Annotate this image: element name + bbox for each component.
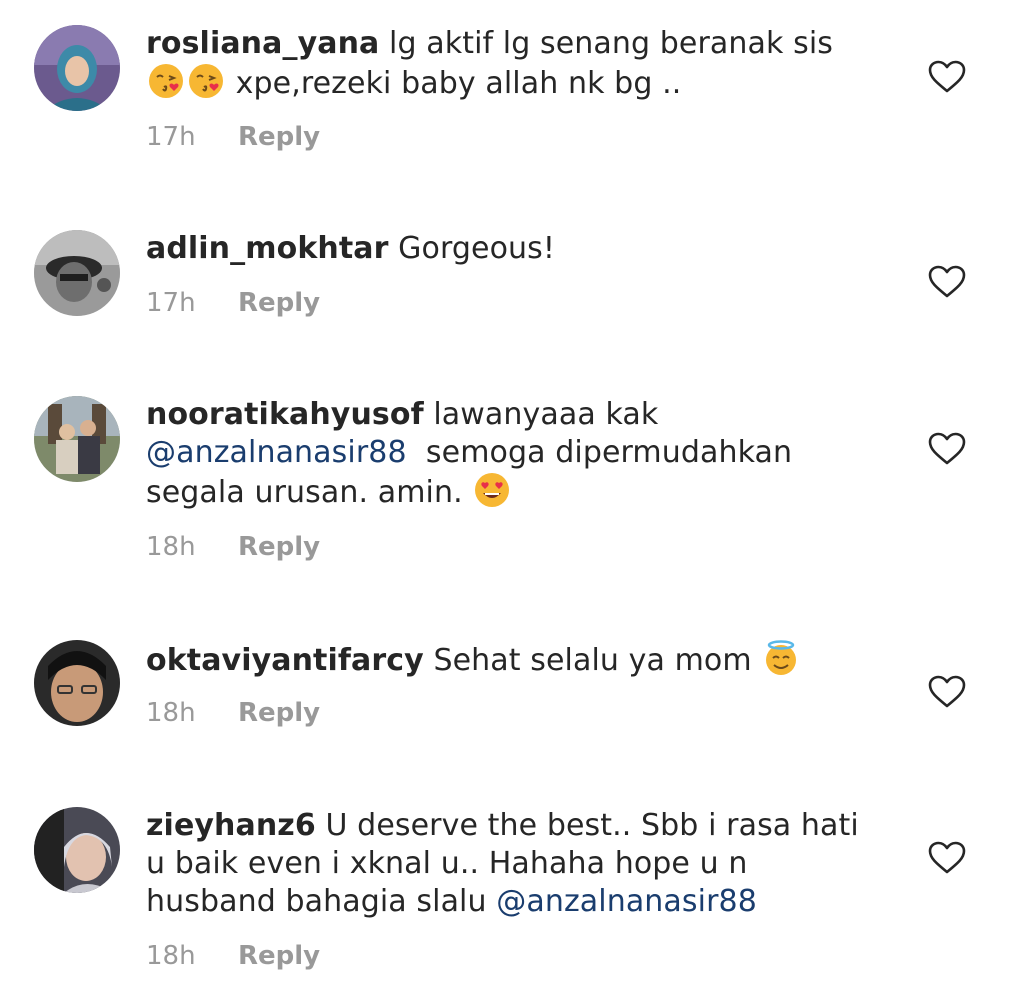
heart-eyes-emoji-icon	[475, 473, 510, 507]
comment-time: 18h	[146, 698, 196, 728]
heart-outline-icon[interactable]	[928, 60, 966, 94]
comment-text: rosliana_yana lg aktif lg senang beranak…	[146, 25, 881, 103]
comment-username[interactable]: adlin_mokhtar	[146, 231, 389, 266]
mention-link[interactable]: @anzalnanasir88	[496, 884, 757, 919]
avatar[interactable]	[34, 807, 120, 893]
reply-button[interactable]: Reply	[238, 122, 320, 152]
comment-text: oktaviyantifarcy Sehat selalu ya mom	[146, 640, 881, 680]
heart-outline-icon[interactable]	[928, 265, 966, 299]
mention-link[interactable]: @anzalnanasir88	[146, 435, 407, 470]
comment-username[interactable]: nooratikahyusof	[146, 397, 424, 432]
avatar[interactable]	[34, 230, 120, 316]
comment-body: husband bahagia slalu	[146, 884, 487, 919]
comment-meta: 17h Reply	[146, 122, 320, 152]
comment-body: U deserve the best.. Sbb i rasa hati	[325, 808, 859, 843]
comment-text: zieyhanz6 U deserve the best.. Sbb i ras…	[146, 807, 881, 921]
comment-meta: 18h Reply	[146, 532, 320, 562]
heart-outline-icon[interactable]	[928, 432, 966, 466]
comment-body: semoga dipermudahkan	[425, 435, 793, 470]
comment-username[interactable]: rosliana_yana	[146, 26, 379, 61]
reply-button[interactable]: Reply	[238, 941, 320, 971]
avatar[interactable]	[34, 640, 120, 726]
comment-time: 17h	[146, 288, 196, 318]
avatar[interactable]	[34, 25, 120, 111]
comment-body: Sehat selalu ya mom	[433, 643, 752, 678]
comment-body: xpe,rezeki baby allah nk bg ..	[235, 66, 682, 101]
comment-username[interactable]: oktaviyantifarcy	[146, 643, 424, 678]
kissing-heart-emoji-icon	[189, 64, 223, 98]
comment-username[interactable]: zieyhanz6	[146, 808, 316, 843]
avatar[interactable]	[34, 396, 120, 482]
comment-body: lg aktif lg senang beranak sis	[389, 26, 834, 61]
comment-text: nooratikahyusof lawanyaaa kak @anzalnana…	[146, 396, 881, 512]
comment-body: lawanyaaa kak	[433, 397, 659, 432]
comment-time: 18h	[146, 532, 196, 562]
comment-body: u baik even i xknal u.. Hahaha hope u n	[146, 846, 748, 881]
halo-smile-emoji-icon	[766, 640, 797, 675]
heart-outline-icon[interactable]	[928, 841, 966, 875]
comment-time: 17h	[146, 122, 196, 152]
heart-outline-icon[interactable]	[928, 675, 966, 709]
comment-meta: 18h Reply	[146, 698, 320, 728]
comment-meta: 17h Reply	[146, 288, 320, 318]
kissing-heart-emoji-icon	[149, 64, 183, 98]
comment-body: Gorgeous!	[398, 231, 555, 266]
comment-meta: 18h Reply	[146, 941, 320, 971]
reply-button[interactable]: Reply	[238, 532, 320, 562]
comment-text: adlin_mokhtar Gorgeous!	[146, 230, 881, 268]
reply-button[interactable]: Reply	[238, 288, 320, 318]
comment-time: 18h	[146, 941, 196, 971]
comment-body: segala urusan. amin.	[146, 475, 463, 510]
reply-button[interactable]: Reply	[238, 698, 320, 728]
